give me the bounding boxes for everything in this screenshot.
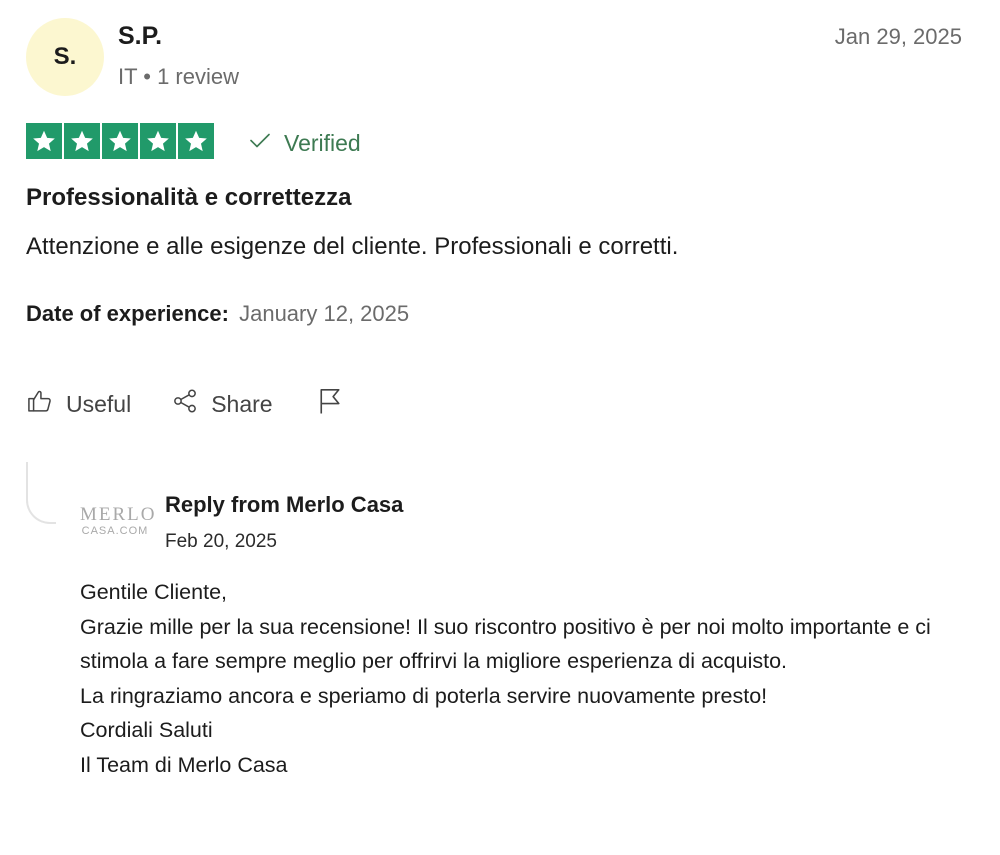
reply-line: Gentile Cliente, — [80, 580, 227, 604]
share-icon — [171, 387, 199, 421]
avatar-initials: S. — [53, 43, 77, 70]
useful-label: Useful — [66, 390, 132, 417]
avatar[interactable]: S. — [26, 18, 104, 96]
experience-label: Date of experience: — [26, 301, 229, 326]
company-logo-text: MERLO — [80, 504, 157, 525]
company-logo-subtext: CASA.COM — [81, 525, 149, 537]
share-label: Share — [211, 390, 273, 417]
verified-badge[interactable]: Verified — [248, 128, 361, 158]
share-button[interactable]: Share — [171, 387, 273, 421]
review-date: Jan 29, 2025 — [834, 24, 962, 49]
reviewer-meta: IT • 1 review — [118, 64, 239, 89]
reply-connector — [26, 462, 56, 524]
verified-label: Verified — [284, 129, 361, 156]
checkmark-icon — [248, 128, 272, 158]
reply-body: Gentile Cliente, Grazie mille per la sua… — [80, 575, 970, 782]
reply-line: Il Team di Merlo Casa — [80, 752, 288, 777]
review-body: Attenzione e alle esigenze del cliente. … — [26, 233, 679, 260]
star-icon — [178, 123, 214, 159]
experience-date: January 12, 2025 — [239, 301, 410, 326]
reply-line: Cordiali Saluti — [80, 718, 213, 742]
reply-date: Feb 20, 2025 — [165, 531, 277, 552]
review-actions: Useful Share — [26, 386, 345, 422]
star-rating — [26, 123, 214, 159]
reviewer-name[interactable]: S.P. — [118, 22, 162, 51]
useful-button[interactable]: Useful — [26, 387, 131, 421]
reply-title: Reply from Merlo Casa — [165, 492, 404, 517]
reply-line: Grazie mille per la sua recensione! Il s… — [80, 614, 931, 674]
star-icon — [64, 123, 100, 159]
star-icon — [102, 123, 138, 159]
flag-icon — [315, 386, 345, 422]
company-logo[interactable]: MERLO CASA.COM — [80, 504, 157, 538]
review-title: Professionalità e correttezza — [26, 184, 352, 211]
date-of-experience: Date of experience: January 12, 2025 — [26, 301, 409, 327]
report-flag-button[interactable] — [315, 386, 345, 422]
reply-line: La ringraziamo ancora e speriamo di pote… — [80, 683, 768, 708]
thumbs-up-icon — [26, 387, 54, 421]
star-icon — [26, 123, 62, 159]
star-icon — [140, 123, 176, 159]
